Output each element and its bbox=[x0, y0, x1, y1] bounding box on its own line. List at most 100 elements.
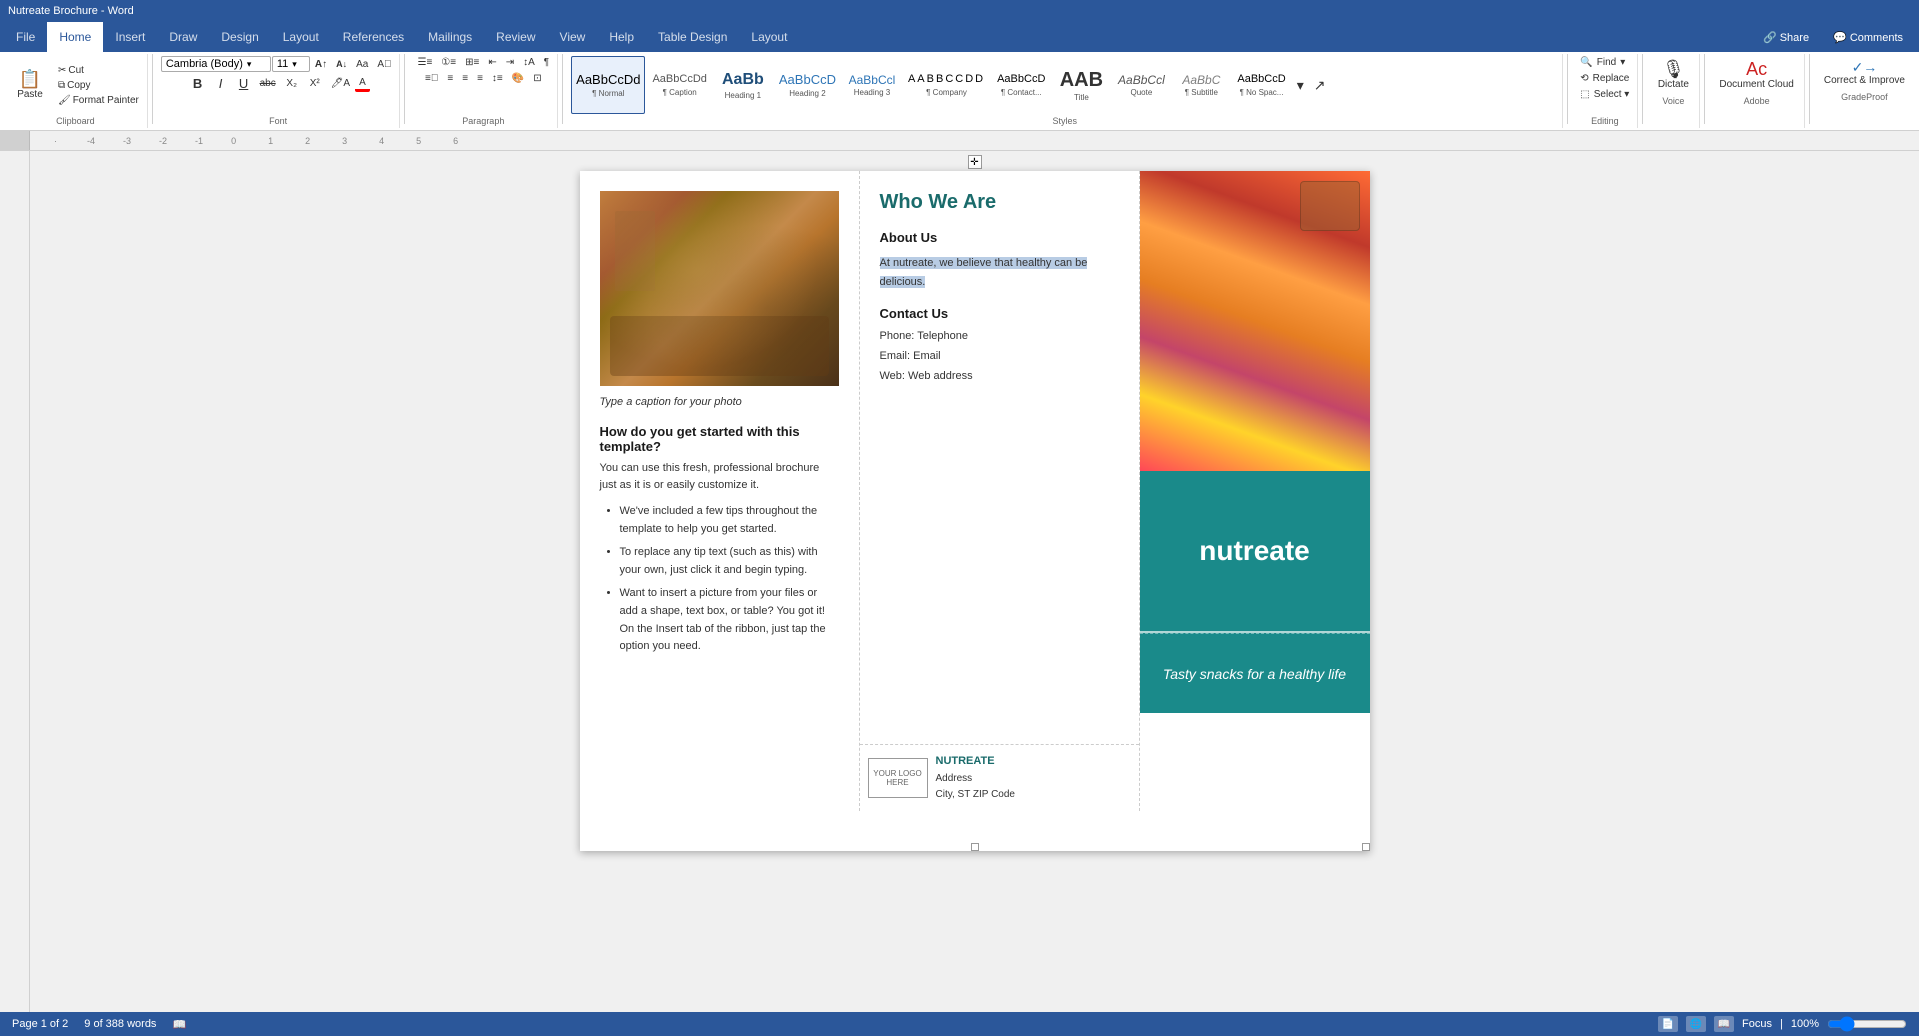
status-bar: Page 1 of 2 9 of 388 words 📖 📄 🌐 📖 Focus… bbox=[0, 1012, 1919, 1036]
underline-button[interactable]: U bbox=[233, 75, 255, 92]
contact-section: Contact Us Phone: Telephone Email: Email… bbox=[880, 306, 1119, 386]
comments-button[interactable]: 💬 Comments bbox=[1821, 22, 1915, 52]
ribbon-tab-bar: File Home Insert Draw Design Layout Refe… bbox=[0, 22, 1919, 52]
font-size-selector[interactable]: 11 ▾ bbox=[272, 56, 310, 72]
replace-button[interactable]: ⟲ Replace bbox=[1576, 72, 1633, 85]
left-panel[interactable]: Type a caption for your photo How do you… bbox=[580, 171, 860, 811]
tab-references[interactable]: References bbox=[331, 22, 416, 52]
view-print-button[interactable]: 📄 bbox=[1658, 1016, 1678, 1032]
line-spacing-button[interactable]: ↕≡ bbox=[488, 72, 507, 85]
style-nospace[interactable]: AaBbCcD ¶ No Spac... bbox=[1232, 56, 1290, 114]
style-heading3[interactable]: AaBbCcl Heading 3 bbox=[843, 56, 901, 114]
multilevel-button[interactable]: ⊞≡ bbox=[461, 56, 483, 69]
copy-button[interactable]: ⧉ Copy bbox=[54, 79, 143, 92]
web-line: Web: Web address bbox=[880, 367, 1119, 387]
voice-group: 🎙 Dictate Voice bbox=[1647, 54, 1700, 128]
bottom-resize-handle[interactable] bbox=[971, 843, 979, 851]
brand-tagline: Tasty snacks for a healthy life bbox=[1163, 666, 1346, 682]
styles-dialog[interactable]: ↗ bbox=[1310, 76, 1330, 95]
tab-layout2[interactable]: Layout bbox=[739, 22, 799, 52]
tab-insert[interactable]: Insert bbox=[103, 22, 157, 52]
style-quote[interactable]: AaBbCcl Quote bbox=[1112, 56, 1170, 114]
gradeproof-group: ✓→ Correct & Improve GradeProof bbox=[1814, 54, 1915, 128]
tab-design[interactable]: Design bbox=[209, 22, 270, 52]
zoom-slider[interactable] bbox=[1827, 1016, 1907, 1032]
tab-home[interactable]: Home bbox=[47, 22, 103, 52]
address-block: NUTREATE Address City, ST ZIP Code bbox=[936, 753, 1015, 803]
style-company[interactable]: AABBCCDD ¶ Company bbox=[903, 56, 990, 114]
separator-1 bbox=[152, 54, 153, 124]
subscript-button[interactable]: X₂ bbox=[281, 77, 303, 90]
borders-button[interactable]: ⊡ bbox=[529, 72, 545, 85]
share-button[interactable]: 🔗 Share bbox=[1751, 22, 1821, 52]
decrease-indent-button[interactable]: ⇤ bbox=[484, 56, 500, 69]
align-right-button[interactable]: ≡ bbox=[458, 72, 472, 85]
shrink-font-button[interactable]: A↓ bbox=[332, 58, 351, 70]
word-count: 9 of 388 words bbox=[84, 1018, 156, 1030]
increase-indent-button[interactable]: ⇥ bbox=[502, 56, 518, 69]
font-family-selector[interactable]: Cambria (Body) ▾ bbox=[161, 56, 271, 72]
tab-view[interactable]: View bbox=[548, 22, 598, 52]
bold-button[interactable]: B bbox=[187, 75, 209, 92]
style-heading1[interactable]: AaBb Heading 1 bbox=[714, 56, 772, 114]
tab-layout[interactable]: Layout bbox=[271, 22, 331, 52]
copy-label: Copy bbox=[67, 80, 90, 91]
about-heading: About Us bbox=[880, 230, 1119, 245]
dictate-button[interactable]: 🎙 Dictate bbox=[1651, 56, 1695, 94]
center-footer: YOUR LOGO HERE NUTREATE Address City, ST… bbox=[860, 744, 1139, 811]
numbering-button[interactable]: ①≡ bbox=[437, 56, 460, 69]
paste-label: Paste bbox=[17, 89, 43, 100]
style-heading2[interactable]: AaBbCcD Heading 2 bbox=[774, 56, 841, 114]
tab-mailings[interactable]: Mailings bbox=[416, 22, 484, 52]
paste-button[interactable]: 📋 Paste bbox=[8, 66, 52, 104]
corner-resize-handle[interactable] bbox=[1362, 843, 1370, 851]
tab-help[interactable]: Help bbox=[597, 22, 646, 52]
brand-name: nutreate bbox=[1199, 535, 1309, 567]
select-button[interactable]: ⬚ Select ▾ bbox=[1576, 88, 1633, 101]
cut-button[interactable]: ✂ Cut bbox=[54, 64, 143, 77]
copy-icon: ⧉ bbox=[58, 80, 65, 91]
move-handle[interactable]: ✛ bbox=[968, 155, 982, 169]
style-normal[interactable]: AaBbCcDd ¶ Normal bbox=[571, 56, 645, 114]
style-contact[interactable]: AaBbCcD ¶ Contact... bbox=[992, 56, 1050, 114]
sort-button[interactable]: ↕A bbox=[519, 56, 539, 69]
italic-button[interactable]: I bbox=[210, 75, 232, 92]
align-left-button[interactable]: ≡⃝ bbox=[421, 72, 442, 85]
document-cloud-button[interactable]: Ac Document Cloud bbox=[1713, 56, 1799, 94]
correct-improve-button[interactable]: ✓→ Correct & Improve bbox=[1818, 56, 1911, 90]
tab-file[interactable]: File bbox=[4, 22, 47, 52]
tab-draw[interactable]: Draw bbox=[157, 22, 209, 52]
format-painter-button[interactable]: 🖌 Format Painter bbox=[54, 94, 143, 107]
app-title: Nutreate Brochure - Word bbox=[8, 5, 134, 17]
right-panel[interactable]: nutreate Tasty snacks for a healthy life bbox=[1140, 171, 1370, 811]
strikethrough-button[interactable]: abc bbox=[256, 77, 280, 90]
find-button[interactable]: 🔍 Find ▾ bbox=[1576, 56, 1629, 69]
tab-review[interactable]: Review bbox=[484, 22, 547, 52]
address-line2: City, ST ZIP Code bbox=[936, 787, 1015, 803]
grow-font-button[interactable]: A↑ bbox=[311, 58, 331, 71]
superscript-button[interactable]: X² bbox=[304, 77, 326, 90]
justify-button[interactable]: ≡ bbox=[473, 72, 487, 85]
view-read-button[interactable]: 📖 bbox=[1714, 1016, 1734, 1032]
show-marks-button[interactable]: ¶ bbox=[540, 56, 553, 69]
font-color-button[interactable]: A bbox=[355, 76, 370, 92]
document-scroll[interactable]: ✛ Type bbox=[30, 151, 1919, 1012]
align-center-button[interactable]: ≡ bbox=[443, 72, 457, 85]
separator-4 bbox=[1567, 54, 1568, 124]
replace-label: Replace bbox=[1593, 73, 1630, 84]
styles-scroll-down[interactable]: ▾ bbox=[1293, 76, 1308, 95]
tab-table-design[interactable]: Table Design bbox=[646, 22, 739, 52]
page-indicator: Page 1 of 2 bbox=[12, 1018, 68, 1030]
case-button[interactable]: Aa bbox=[352, 58, 372, 71]
clear-format-button[interactable]: A⃝ bbox=[373, 58, 395, 71]
shading-button[interactable]: 🎨 bbox=[508, 72, 528, 85]
center-panel[interactable]: Who We Are About Us At nutreate, we beli… bbox=[860, 171, 1140, 811]
bullet-2: To replace any tip text (such as this) w… bbox=[620, 544, 839, 579]
view-web-button[interactable]: 🌐 bbox=[1686, 1016, 1706, 1032]
style-subtitle[interactable]: AaBbC ¶ Subtitle bbox=[1172, 56, 1230, 114]
font-group: Cambria (Body) ▾ 11 ▾ A↑ A↓ Aa A⃝ B I U … bbox=[157, 54, 401, 128]
bullets-button[interactable]: ☰≡ bbox=[413, 56, 436, 69]
text-highlight-button[interactable]: 🖊A bbox=[327, 77, 354, 90]
style-title[interactable]: AAB Title bbox=[1052, 56, 1110, 114]
style-caption[interactable]: AaBbCcDd ¶ Caption bbox=[647, 56, 711, 114]
